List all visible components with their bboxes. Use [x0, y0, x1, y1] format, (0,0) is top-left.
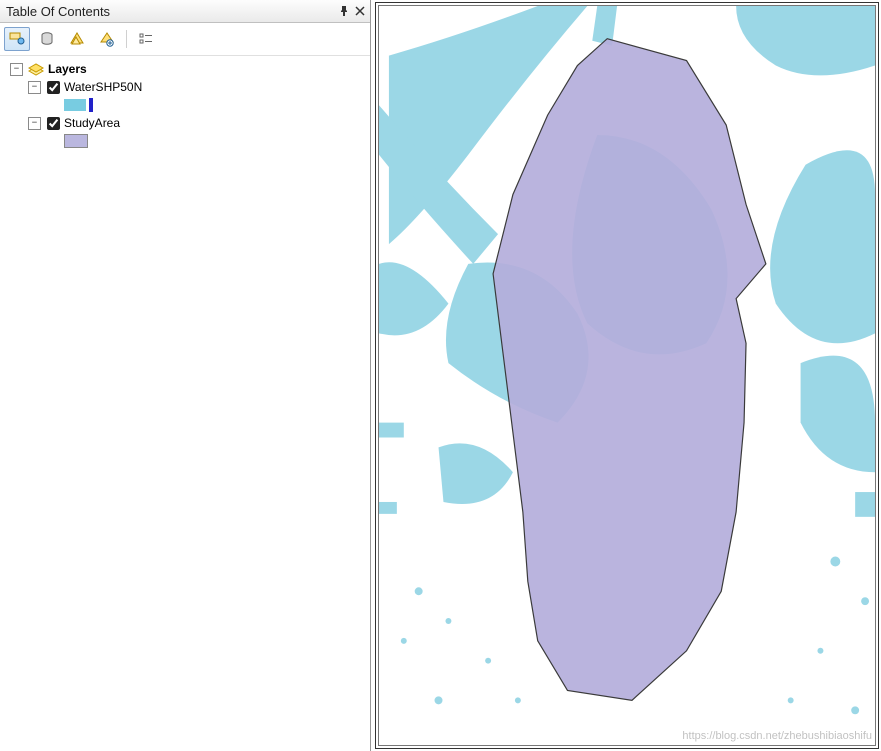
pin-icon[interactable] — [336, 3, 352, 19]
layer-visibility-checkbox[interactable] — [47, 117, 60, 130]
map-canvas[interactable] — [378, 5, 876, 746]
layer-symbol-row[interactable] — [4, 132, 366, 150]
map-view-frame: https://blog.csdn.net/zhebushibiaoshifu — [375, 2, 879, 749]
symbol-line-swatch — [89, 98, 93, 112]
tree-root-label: Layers — [48, 62, 87, 76]
list-by-source-button[interactable] — [34, 27, 60, 51]
toc-title: Table Of Contents — [6, 4, 336, 19]
layer-visibility-checkbox[interactable] — [47, 81, 60, 94]
symbol-fill-swatch — [64, 99, 86, 111]
toc-toolbar — [0, 23, 370, 56]
layer-row[interactable]: − StudyArea — [4, 114, 366, 132]
options-button[interactable] — [133, 27, 159, 51]
toc-tree: − Layers − WaterSHP50N − StudyArea — [0, 56, 370, 751]
collapse-icon[interactable]: − — [10, 63, 23, 76]
toc-header: Table Of Contents — [0, 0, 370, 23]
list-by-visibility-button[interactable] — [64, 27, 90, 51]
layers-group-icon — [27, 62, 45, 76]
layer-symbol-row[interactable] — [4, 96, 366, 114]
collapse-icon[interactable]: − — [28, 81, 41, 94]
layer-label: StudyArea — [64, 116, 120, 130]
symbol-polygon-swatch — [64, 134, 88, 148]
list-by-selection-button[interactable] — [94, 27, 120, 51]
tree-root-row[interactable]: − Layers — [4, 60, 366, 78]
layer-row[interactable]: − WaterSHP50N — [4, 78, 366, 96]
toolbar-separator — [126, 30, 127, 48]
layer-label: WaterSHP50N — [64, 80, 142, 94]
close-icon[interactable] — [352, 3, 368, 19]
study-area-polygon — [493, 39, 766, 701]
collapse-icon[interactable]: − — [28, 117, 41, 130]
table-of-contents-panel: Table Of Contents — [0, 0, 371, 751]
list-by-drawing-order-button[interactable] — [4, 27, 30, 51]
